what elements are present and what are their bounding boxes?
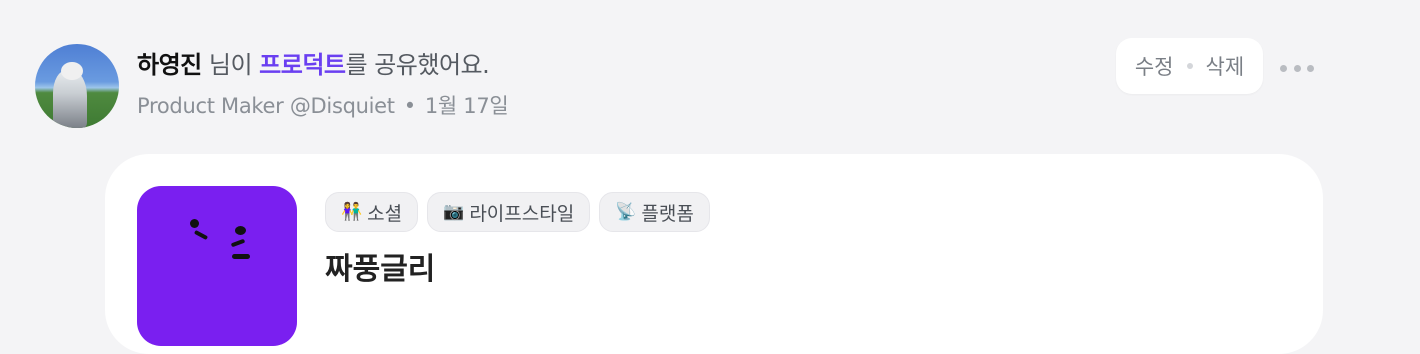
tag-label: 라이프스타일 <box>469 202 575 225</box>
tag-label: 소셜 <box>367 202 403 225</box>
more-dot <box>1307 64 1314 72</box>
username-link[interactable]: 하영진 <box>137 51 202 79</box>
avatar-head <box>61 62 83 80</box>
post-meta: Product Maker @Disquiet • 1월 17일 <box>137 93 509 119</box>
thumb-mark <box>193 229 209 241</box>
product-thumbnail[interactable] <box>137 186 297 346</box>
product-title[interactable]: 짜풍글리 <box>325 244 435 288</box>
tag-label: 플랫폼 <box>641 202 694 225</box>
thumb-mark <box>230 238 246 248</box>
edit-button[interactable]: 수정 <box>1135 51 1174 81</box>
satellite-icon: 📡 <box>615 202 637 222</box>
more-options-icon[interactable] <box>1280 58 1314 78</box>
more-dot <box>1293 64 1301 72</box>
couple-icon: 👫 <box>341 202 363 222</box>
thumb-mark <box>235 226 246 235</box>
actions-separator <box>1186 63 1193 69</box>
thumb-mark <box>232 254 250 259</box>
tag-lifestyle[interactable]: 📷 라이프스타일 <box>427 192 591 232</box>
user-role: Product Maker @Disquiet <box>137 94 395 118</box>
product-link[interactable]: 프로덕트 <box>259 51 346 79</box>
thumb-mark <box>190 219 199 228</box>
avatar[interactable] <box>35 44 119 128</box>
post-actions: 수정 삭제 <box>1116 38 1263 94</box>
headline-suffix: 를 공유했어요. <box>345 51 490 79</box>
camera-icon: 📷 <box>443 202 465 222</box>
headline-text: 님이 <box>201 51 260 79</box>
meta-separator: • <box>403 94 416 118</box>
post-headline: 하영진 님이 프로덕트를 공유했어요. <box>137 50 490 80</box>
product-tags: 👫 소셜 📷 라이프스타일 📡 플랫폼 <box>325 192 710 232</box>
more-dot <box>1280 64 1287 72</box>
tag-social[interactable]: 👫 소셜 <box>325 192 419 232</box>
tag-platform[interactable]: 📡 플랫폼 <box>599 192 710 232</box>
post-date: 1월 17일 <box>424 94 509 118</box>
delete-button[interactable]: 삭제 <box>1206 51 1245 81</box>
